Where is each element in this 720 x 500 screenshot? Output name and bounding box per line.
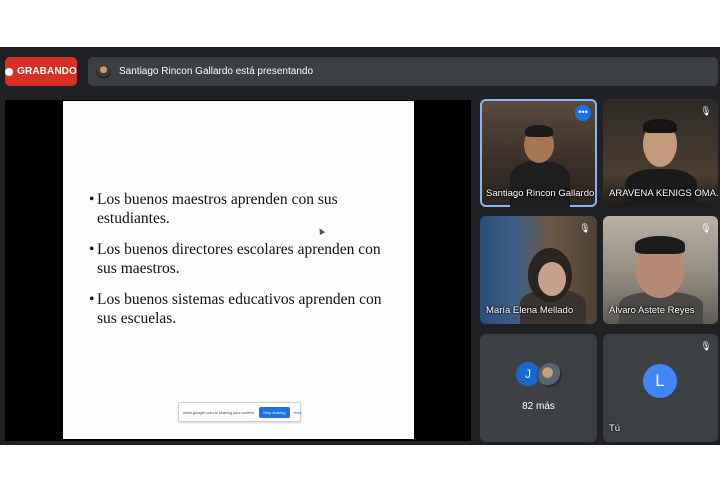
screen-share-notice: meet.google.com is sharing your screen. …: [178, 402, 302, 422]
meet-window: GRABANDO Santiago Rincon Gallardo está p…: [0, 47, 720, 445]
participant-tile-maria-elena[interactable]: 🎙 María Elena Mellado: [480, 216, 597, 324]
self-tile[interactable]: L 🎙 Tú: [603, 334, 718, 442]
participant-tile-aravena[interactable]: 🎙 ARAVENA KENIGS OMA...: [603, 99, 718, 207]
shared-slide: • Los buenos maestros aprenden con sus e…: [63, 101, 414, 439]
slide-bullet: • Los buenos maestros aprenden con sus e…: [89, 190, 389, 228]
presenter-avatar: [96, 64, 111, 79]
bullet-text: Los buenos maestros aprenden con sus est…: [97, 191, 338, 227]
bullet-marker: •: [89, 191, 95, 208]
top-bar: GRABANDO Santiago Rincon Gallardo está p…: [0, 47, 720, 97]
participant-tile-santiago[interactable]: ••• Santiago Rincon Gallardo: [480, 99, 597, 207]
bullet-marker: •: [89, 291, 95, 308]
hide-button[interactable]: Hide: [294, 410, 302, 415]
participant-tile-alvaro[interactable]: 🎙 Álvaro Astete Reyes: [603, 216, 718, 324]
recording-dot-icon: [5, 67, 14, 76]
recording-badge: GRABANDO: [5, 57, 77, 86]
slide-bullet: • Los buenos sistemas educativos aprende…: [89, 290, 389, 328]
participant-name: Álvaro Astete Reyes: [609, 305, 695, 316]
avatar: [537, 362, 563, 388]
self-name: Tú: [609, 423, 621, 434]
mic-off-icon: 🎙: [700, 106, 712, 116]
mic-off-icon: 🎙: [579, 223, 591, 233]
mic-off-icon: 🎙: [700, 223, 712, 233]
more-participants-count: 82 más: [522, 401, 555, 412]
participant-name: María Elena Mellado: [486, 305, 574, 316]
bullet-text: Los buenos directores escolares aprenden…: [97, 241, 381, 277]
presenting-text: Santiago Rincon Gallardo está presentand…: [119, 66, 314, 77]
presentation-stage: • Los buenos maestros aprenden con sus e…: [5, 100, 471, 441]
others-tile[interactable]: J 82 más: [480, 334, 597, 442]
presenting-banner[interactable]: Santiago Rincon Gallardo está presentand…: [88, 57, 718, 86]
stop-sharing-button[interactable]: Stop sharing: [259, 406, 290, 418]
recording-label: GRABANDO: [17, 66, 77, 77]
more-options-icon[interactable]: •••: [575, 105, 591, 121]
bullet-marker: •: [89, 241, 95, 258]
slide-bullet: • Los buenos directores escolares aprend…: [89, 240, 389, 278]
mic-off-icon: 🎙: [700, 341, 712, 351]
share-notice-message: meet.google.com is sharing your screen.: [183, 409, 256, 415]
participant-name: Santiago Rincon Gallardo: [486, 188, 595, 199]
slide-bullet-list: • Los buenos maestros aprenden con sus e…: [89, 190, 389, 340]
bullet-text: Los buenos sistemas educativos aprenden …: [97, 291, 382, 327]
avatar: L: [643, 364, 677, 398]
participant-name: ARAVENA KENIGS OMA...: [609, 188, 718, 199]
